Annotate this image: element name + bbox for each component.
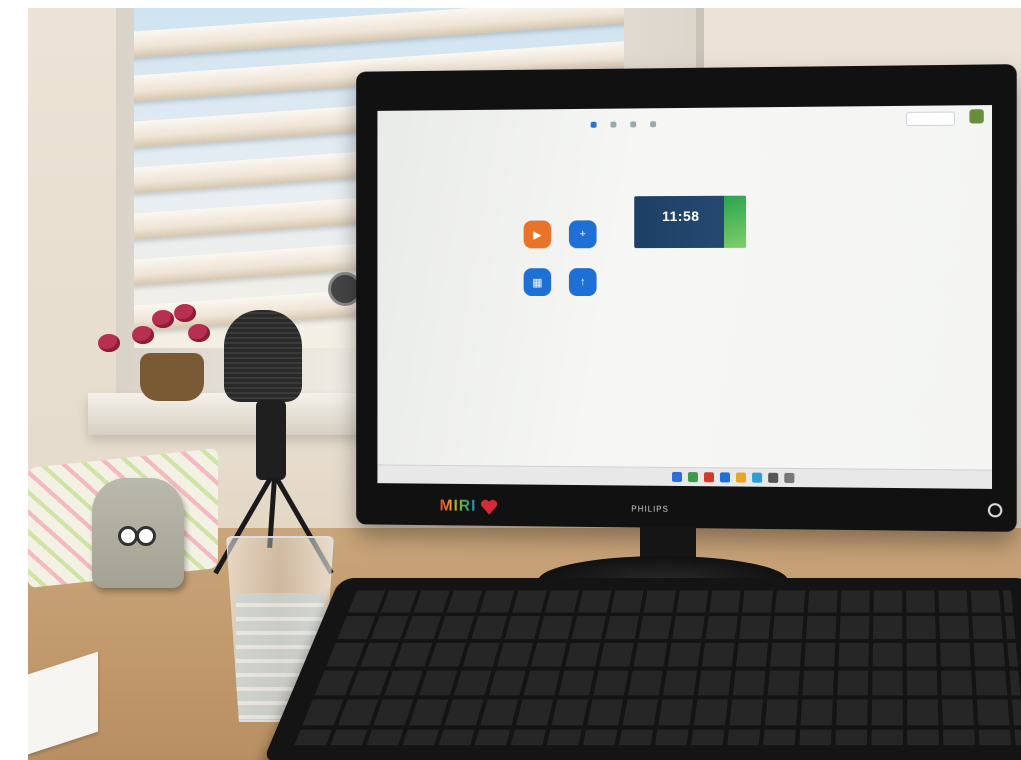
photo-scene: ▶ + ▦ ↑ 11:58 MIRI PHILIPS [28, 8, 1021, 760]
taskbar-app-icon[interactable] [768, 472, 779, 483]
clock-card: 11:58 [634, 195, 747, 249]
share-screen-button[interactable]: ↑ [568, 268, 597, 297]
schedule-button[interactable]: ▦ [523, 268, 552, 297]
avatar[interactable] [969, 109, 984, 124]
power-icon[interactable] [987, 503, 1003, 518]
flower [98, 334, 120, 352]
taskbar-app-icon[interactable] [703, 472, 714, 483]
video-camera-icon: ▶ [533, 228, 542, 241]
miri-sticker: MIRI [440, 498, 498, 516]
taskbar-app-icon[interactable] [784, 472, 795, 484]
new-meeting-button[interactable]: ▶ [523, 220, 552, 249]
speaker [92, 478, 184, 588]
miri-sticker-text: MIRI [439, 497, 477, 515]
monitor: ▶ + ▦ ↑ 11:58 MIRI PHILIPS [356, 64, 1017, 532]
flower [132, 326, 154, 344]
taskbar-app-icon[interactable] [752, 472, 763, 483]
plus-icon: + [579, 228, 586, 241]
keyboard[interactable] [262, 578, 1021, 760]
speaker-eye [118, 526, 138, 546]
microphone-head [224, 310, 302, 402]
meetings-tab-icon[interactable] [630, 121, 637, 128]
monitor-brand-label: PHILIPS [631, 504, 669, 514]
microphone-body [256, 400, 286, 480]
taskbar-app-icon[interactable] [736, 472, 747, 483]
taskbar-app-icon[interactable] [672, 471, 682, 483]
taskbar-app-icon[interactable] [687, 472, 698, 483]
taskbar [377, 464, 993, 489]
join-button[interactable]: + [568, 220, 597, 249]
monitor-screen: ▶ + ▦ ↑ 11:58 [377, 105, 993, 489]
taskbar-app-icon[interactable] [719, 472, 731, 483]
speaker-eye [136, 526, 156, 546]
heart-icon [480, 499, 498, 515]
home-tab-icon[interactable] [590, 121, 597, 128]
chat-tab-icon[interactable] [610, 121, 617, 128]
zoom-top-nav [590, 116, 680, 133]
calendar-icon: ▦ [532, 276, 543, 289]
flower [188, 324, 210, 342]
flower-pot [140, 353, 204, 401]
keyboard-keys[interactable] [292, 590, 1021, 746]
flower [174, 304, 196, 322]
search-input[interactable] [905, 111, 956, 127]
clock-time: 11:58 [662, 207, 700, 225]
clock-background-image [723, 195, 747, 248]
share-up-icon: ↑ [580, 276, 586, 289]
contacts-tab-icon[interactable] [650, 121, 657, 128]
flower [152, 310, 174, 328]
